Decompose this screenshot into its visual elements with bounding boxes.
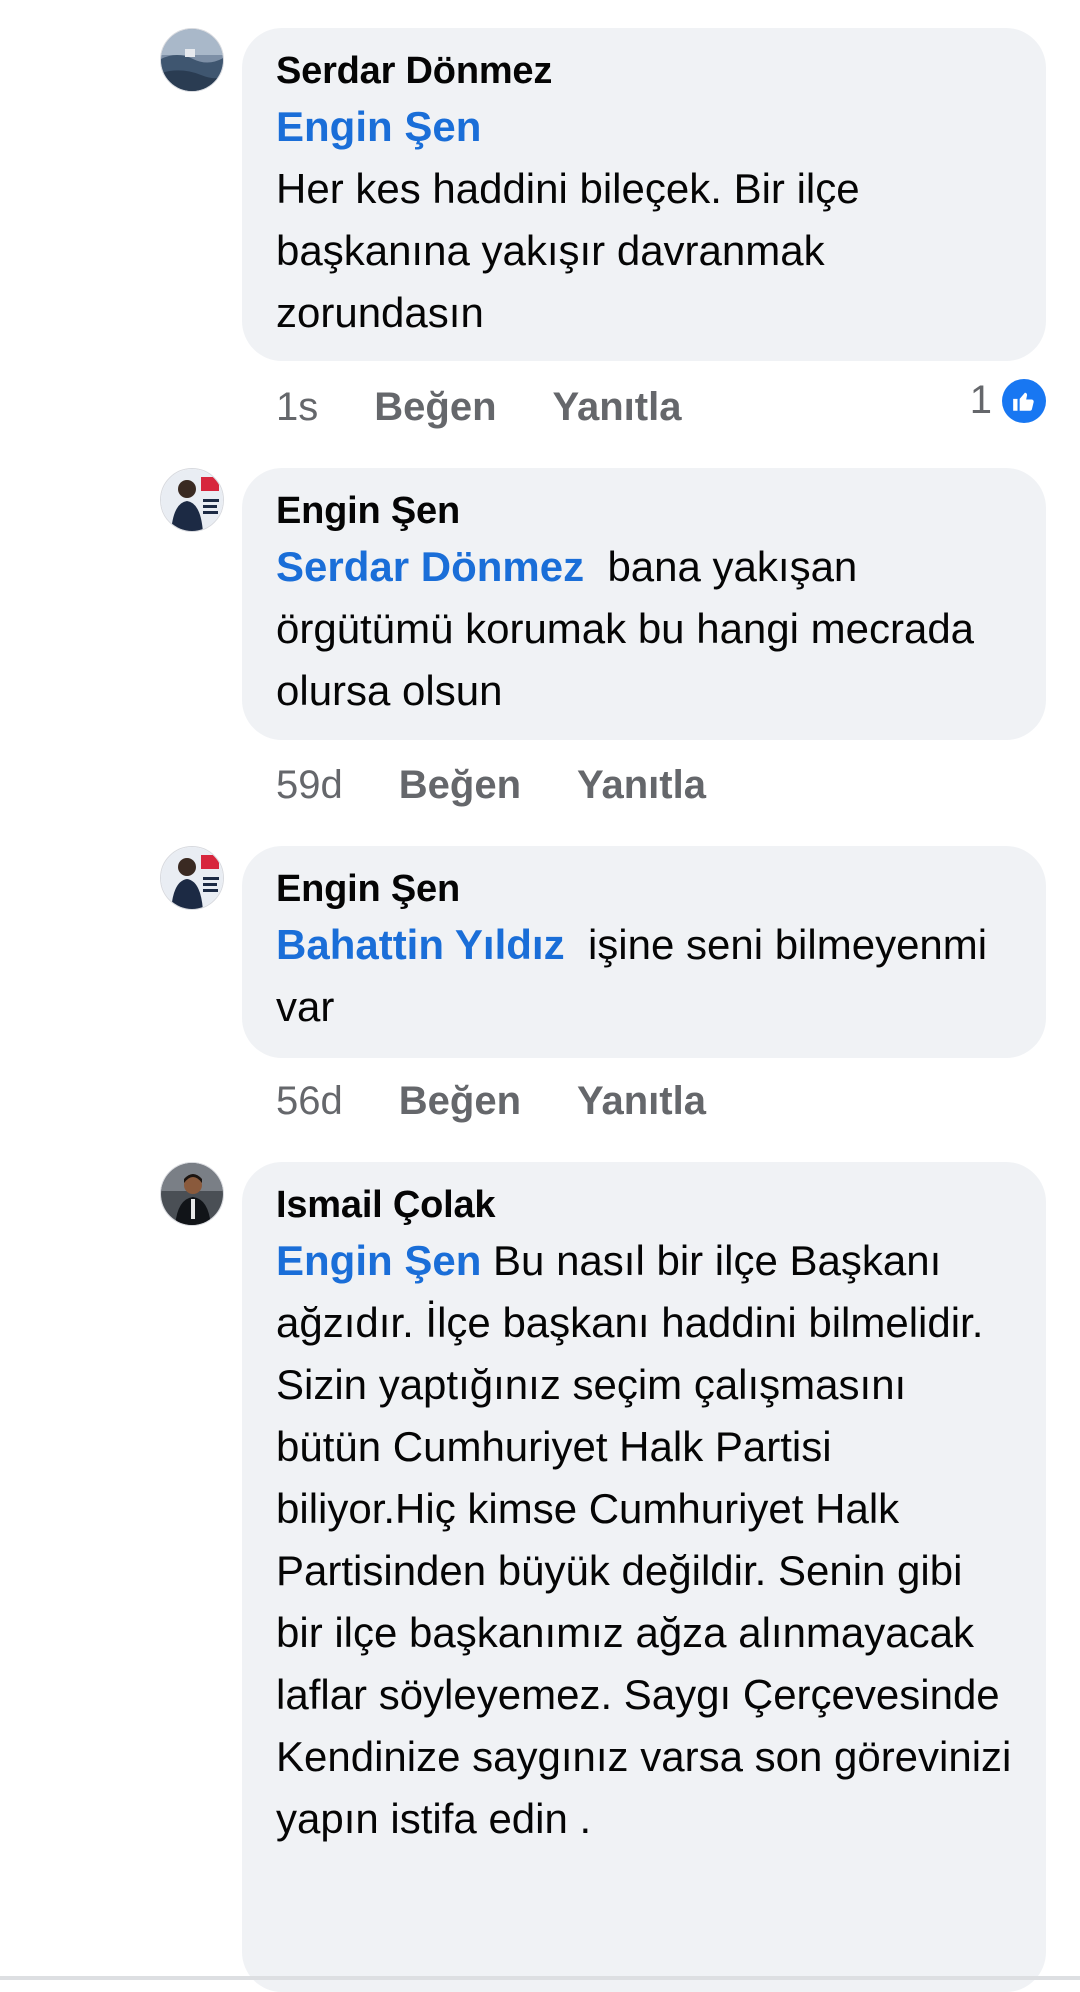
reply-button[interactable]: Yanıtla [577, 1079, 706, 1124]
comment-author[interactable]: Engin Şen [276, 486, 1016, 536]
like-button[interactable]: Beğen [399, 763, 521, 808]
comment-bubble: Engin Şen Bahattin Yıldız işine seni bil… [242, 846, 1046, 1058]
comment-bubble: Serdar Dönmez Engin Şen Her kes haddini … [242, 28, 1046, 361]
comment-actions: 59d Beğen Yanıtla [276, 760, 762, 810]
reaction-summary[interactable]: 1 [970, 378, 1046, 423]
like-button[interactable]: Beğen [399, 1079, 521, 1124]
comment-timestamp[interactable]: 1s [276, 385, 318, 430]
avatar[interactable] [160, 846, 224, 910]
comment-message: Her kes haddini bileçek. Bir ilçe başkan… [276, 165, 860, 336]
comment-actions: 1s Beğen Yanıtla [276, 382, 737, 432]
comment-text: Serdar Dönmez bana yakışan örgütümü koru… [276, 536, 1016, 722]
comment-message: Bu nasıl bir ilçe Başkanı ağzıdır. İlçe … [276, 1237, 1012, 1842]
avatar-photo-icon [161, 847, 223, 909]
comment-bubble: Engin Şen Serdar Dönmez bana yakışan örg… [242, 468, 1046, 740]
thumbs-up-icon [1002, 378, 1046, 423]
mention-link[interactable]: Bahattin Yıldız [276, 921, 565, 968]
mention-link[interactable]: Engin Şen [276, 96, 1016, 158]
reaction-count: 1 [969, 378, 992, 422]
comment-text: Engin Şen Her kes haddini bileçek. Bir i… [276, 96, 1016, 344]
reply-button[interactable]: Yanıtla [577, 763, 706, 808]
comment-text: Bahattin Yıldız işine seni bilmeyenmi va… [276, 914, 1016, 1038]
divider [0, 1976, 1080, 1980]
comment-timestamp[interactable]: 59d [276, 763, 343, 808]
comment-bubble: Ismail Çolak Engin Şen Bu nasıl bir ilçe… [242, 1162, 1046, 1992]
avatar[interactable] [160, 468, 224, 532]
comment-author[interactable]: Ismail Çolak [276, 1180, 1016, 1230]
avatar[interactable] [160, 1162, 224, 1226]
mention-link[interactable]: Serdar Dönmez [276, 543, 584, 590]
comment-author[interactable]: Serdar Dönmez [276, 46, 1016, 96]
reply-button[interactable]: Yanıtla [553, 385, 682, 430]
like-button[interactable]: Beğen [374, 385, 496, 430]
comment-text: Engin Şen Bu nasıl bir ilçe Başkanı ağzı… [276, 1230, 1016, 1850]
comment-actions: 56d Beğen Yanıtla [276, 1076, 762, 1126]
comment-author[interactable]: Engin Şen [276, 864, 1016, 914]
avatar-photo-icon [161, 29, 223, 91]
avatar-photo-icon [161, 469, 223, 531]
mention-link[interactable]: Engin Şen [276, 1237, 481, 1284]
avatar[interactable] [160, 28, 224, 92]
comment-timestamp[interactable]: 56d [276, 1079, 343, 1124]
avatar-photo-icon [161, 1163, 223, 1225]
